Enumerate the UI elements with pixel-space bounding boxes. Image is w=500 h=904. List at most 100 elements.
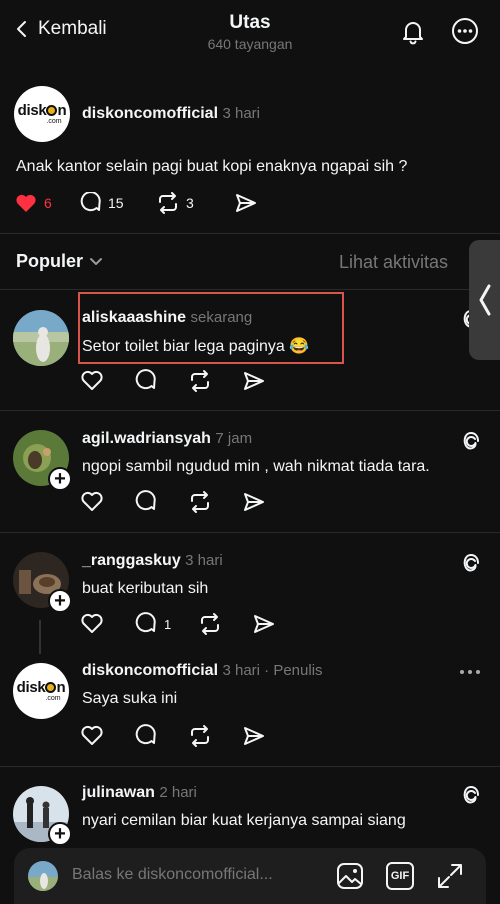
threads-icon [463, 432, 479, 450]
repost-button[interactable] [188, 490, 242, 514]
side-panel-handle[interactable] [469, 240, 500, 360]
my-avatar [28, 861, 58, 891]
gif-button[interactable]: GIF [386, 862, 414, 890]
reply-actions [80, 490, 282, 514]
reply-header: agil.wadriansyah 7 jam [82, 430, 252, 448]
reply-count: 15 [108, 195, 124, 211]
send-icon [236, 194, 256, 212]
profile-photo [28, 861, 58, 891]
repost-icon [191, 370, 209, 392]
reply-username[interactable]: julinawan [82, 784, 155, 801]
heart-icon [81, 370, 103, 390]
logo-sub: .com [46, 117, 62, 125]
repost-icon [201, 613, 219, 635]
view-activity-link[interactable]: Lihat aktivitas [339, 252, 448, 273]
reply-time: 3 hari [185, 552, 223, 569]
threads-icon [463, 786, 479, 804]
image-icon[interactable] [336, 862, 364, 890]
reply-header: _ranggaskuy 3 hari [82, 552, 223, 570]
send-icon [244, 727, 264, 745]
send-icon [244, 493, 264, 511]
reply-username[interactable]: diskoncomofficial [82, 662, 218, 679]
comment-icon [80, 192, 101, 212]
divider [0, 766, 500, 767]
like-button[interactable] [80, 490, 134, 514]
follow-plus-button[interactable]: + [48, 467, 72, 491]
reply-time: 3 hari · Penulis [222, 662, 323, 679]
repost-count: 3 [186, 195, 194, 211]
share-button[interactable] [242, 724, 282, 748]
chevron-down-icon [90, 257, 103, 265]
like-button[interactable] [80, 612, 134, 636]
reply-time: 7 jam [215, 430, 253, 447]
more-horizontal-icon [452, 18, 478, 44]
reply-input[interactable]: Balas ke diskoncomofficial... [72, 866, 273, 884]
comment-icon [135, 724, 156, 745]
reply-header: diskoncomofficial 3 hari · Penulis [82, 662, 323, 680]
follow-plus-button[interactable]: + [48, 822, 72, 846]
reply-text: nyari cemilan biar kuat kerjanya sampai … [82, 812, 406, 829]
comment-icon [135, 612, 156, 633]
comment-button[interactable]: 1 [134, 612, 198, 636]
share-button[interactable] [252, 612, 292, 636]
reply-username[interactable]: _ranggaskuy [82, 552, 181, 569]
repost-button[interactable] [198, 612, 252, 636]
reply-count: 1 [164, 616, 172, 632]
repost-button[interactable] [188, 369, 242, 393]
highlight-box [78, 292, 344, 364]
sort-dropdown[interactable]: Populer [16, 251, 103, 272]
avatar-aliskaaashine[interactable] [13, 310, 69, 366]
heart-icon [81, 725, 103, 745]
post-username[interactable]: diskoncomofficial [82, 105, 218, 122]
repost-button[interactable] [188, 724, 242, 748]
expand-icon[interactable] [436, 862, 464, 890]
share-button[interactable] [242, 490, 282, 514]
follow-plus-button[interactable]: + [48, 589, 72, 613]
heart-icon [81, 491, 103, 511]
comment-button[interactable] [134, 369, 188, 393]
post-actions: 6 15 3 [14, 192, 258, 214]
comment-button[interactable]: 15 [80, 192, 156, 214]
send-icon [244, 372, 264, 390]
repost-button[interactable]: 3 [156, 192, 234, 214]
repost-icon [191, 491, 209, 513]
comment-icon [135, 369, 156, 390]
heart-filled-icon [16, 194, 36, 212]
notification-button[interactable] [398, 16, 428, 46]
reply-text: ngopi sambil ngudud min , wah nikmat tia… [82, 458, 430, 475]
like-button[interactable] [80, 369, 134, 393]
like-button[interactable]: 6 [14, 192, 80, 214]
divider [0, 289, 500, 290]
comment-button[interactable] [134, 724, 188, 748]
like-button[interactable] [80, 724, 134, 748]
chevron-left-icon [479, 284, 490, 316]
reply-actions [80, 724, 282, 748]
share-button[interactable] [242, 369, 282, 393]
reply-text: buat keributan sih [82, 580, 209, 597]
post-time: 3 hari [222, 105, 261, 122]
repost-icon [191, 725, 209, 747]
sort-label: Populer [16, 251, 84, 271]
more-options-button[interactable] [450, 16, 480, 46]
divider [0, 410, 500, 411]
post-text: Anak kantor selain pagi buat kopi enakny… [16, 158, 408, 175]
comment-icon [135, 490, 156, 511]
reply-actions [80, 369, 282, 393]
divider [0, 233, 500, 234]
thread-line [39, 620, 41, 654]
reply-text: Saya suka ini [82, 690, 178, 707]
bell-icon [403, 22, 423, 45]
like-count: 6 [44, 195, 52, 211]
send-icon [254, 615, 274, 633]
diskoncom-logo-avatar[interactable]: disk n .com [13, 663, 69, 719]
logo-wordmark: disk n [16, 678, 66, 696]
threads-icon [463, 554, 479, 572]
logo-sub: .com [45, 694, 61, 702]
reply-time: 2 hari [159, 784, 197, 801]
post-header: diskoncomofficial 3 hari [82, 105, 260, 123]
share-button[interactable] [234, 192, 258, 214]
comment-button[interactable] [134, 490, 188, 514]
reply-username[interactable]: agil.wadriansyah [82, 430, 211, 447]
diskoncom-logo-avatar[interactable]: disk n .com [14, 86, 70, 142]
more-dots-icon[interactable] [458, 662, 482, 682]
